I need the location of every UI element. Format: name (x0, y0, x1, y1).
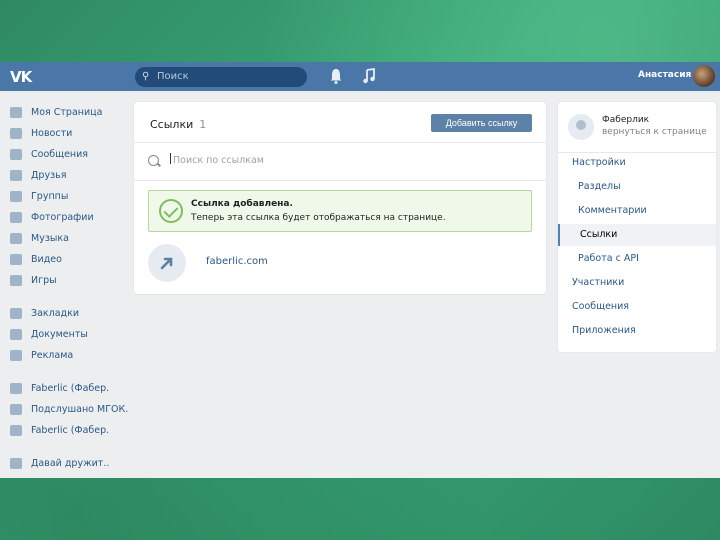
bookmarks-icon (10, 308, 22, 319)
links-count: 1 (199, 118, 207, 131)
back-to-page-link[interactable]: вернуться к странице (602, 127, 707, 137)
video-icon (10, 254, 22, 265)
home-icon (10, 107, 22, 118)
apps-icon (10, 458, 22, 469)
music-icon (10, 233, 22, 244)
nav-separator (0, 441, 130, 453)
links-panel: Ссылки 1 Добавить ссылку Поиск по ссылкам… (134, 102, 546, 294)
sidebar-item[interactable]: Игры (0, 270, 130, 291)
sidebar-item-label: Друзья (31, 170, 67, 181)
sidebar-item-label: Faberlic (Фабер. (31, 425, 110, 436)
sidebar-item-label: Faberlic (Фабер. (31, 383, 110, 394)
link-arrow-icon (148, 244, 186, 282)
groups-icon (10, 191, 22, 202)
links-search-input[interactable]: Поиск по ссылкам (148, 152, 528, 170)
sidebar-item-label: Моя Страница (31, 107, 103, 118)
community-settings-menu: Фаберлик вернуться к странице Настройки Р… (558, 102, 716, 352)
settings-menu-item[interactable]: Комментарии (558, 200, 716, 222)
divider (134, 180, 546, 181)
sidebar-item[interactable]: Моя Страница (0, 102, 130, 123)
sidebar-item[interactable]: Сообщения (0, 144, 130, 165)
sidebar-item-label: Музыка (31, 233, 69, 244)
nav-separator (0, 291, 130, 303)
settings-menu-item[interactable]: Настройки (558, 152, 716, 174)
sidebar-item-label: Фотографии (31, 212, 94, 223)
settings-menu-item[interactable]: Участники (558, 272, 716, 294)
sidebar-item[interactable]: Подслушано МГОК. (0, 399, 130, 420)
nav-separator (0, 366, 130, 378)
photos-icon (10, 212, 22, 223)
search-input[interactable]: ⚲ Поиск (135, 67, 307, 87)
sidebar-item-label: Документы (31, 329, 88, 340)
links-search-placeholder: Поиск по ссылкам (173, 155, 264, 166)
community-icon (10, 404, 22, 415)
sidebar-item[interactable]: Видео (0, 249, 130, 270)
sidebar-item-label: Давай дружит.. (31, 458, 110, 469)
success-notification: Ссылка добавлена. Теперь эта ссылка буде… (148, 190, 532, 232)
add-link-button[interactable]: Добавить ссылку (431, 114, 532, 132)
messages-icon (10, 149, 22, 160)
sidebar-item-label: Группы (31, 191, 69, 202)
text-caret (170, 153, 171, 164)
success-title: Ссылка добавлена. (191, 199, 293, 209)
user-avatar[interactable] (693, 65, 715, 87)
sidebar-item[interactable]: Faberlic (Фабер. (0, 378, 130, 399)
sidebar-item[interactable]: Друзья (0, 165, 130, 186)
sidebar-item[interactable]: Музыка (0, 228, 130, 249)
page-title: Ссылки 1 (150, 118, 206, 131)
community-name[interactable]: Фаберлик (602, 115, 649, 125)
games-icon (10, 275, 22, 286)
sidebar-item-label: Игры (31, 275, 57, 286)
sidebar-item[interactable]: Faberlic (Фабер. (0, 420, 130, 441)
vk-logo[interactable]: VK (10, 68, 32, 86)
music-note-icon[interactable] (362, 68, 376, 84)
top-bar: VK ⚲ Поиск Анастасия (0, 62, 720, 91)
link-item[interactable]: faberlic.com (148, 244, 532, 284)
settings-menu-item[interactable]: Работа с API (558, 248, 716, 270)
settings-menu-item[interactable]: Разделы (558, 176, 716, 198)
sidebar-item[interactable]: Новости (0, 123, 130, 144)
divider (134, 142, 546, 143)
community-avatar[interactable] (568, 114, 594, 140)
sidebar-item[interactable]: Реклама (0, 345, 130, 366)
sidebar-item[interactable]: Закладки (0, 303, 130, 324)
page-title-text: Ссылки (150, 118, 194, 131)
community-icon (10, 425, 22, 436)
community-icon (10, 383, 22, 394)
sidebar-item[interactable]: Давай дружит.. (0, 453, 130, 474)
search-icon: ⚲ (142, 71, 150, 82)
user-name[interactable]: Анастасия (638, 70, 691, 80)
news-icon (10, 128, 22, 139)
search-icon (148, 155, 159, 166)
sidebar-item-label: Видео (31, 254, 62, 265)
ads-icon (10, 350, 22, 361)
bell-icon[interactable] (329, 68, 343, 84)
sidebar-item-label: Подслушано МГОК. (31, 404, 129, 415)
sidebar-item-label: Сообщения (31, 149, 89, 160)
search-placeholder: Поиск (157, 71, 189, 82)
sidebar-item[interactable]: Документы (0, 324, 130, 345)
documents-icon (10, 329, 22, 340)
success-message: Теперь эта ссылка будет отображаться на … (191, 213, 446, 223)
sidebar-item[interactable]: Группы (0, 186, 130, 207)
settings-menu-item[interactable]: Сообщения (558, 296, 716, 318)
vk-window: VK ⚲ Поиск Анастасия Моя Страница Новости… (0, 62, 720, 478)
sidebar-item-label: Реклама (31, 350, 74, 361)
checkmark-icon (159, 199, 183, 223)
sidebar-item-label: Новости (31, 128, 73, 139)
settings-menu-item[interactable]: Приложения (558, 320, 716, 342)
left-sidebar: Моя Страница Новости Сообщения Друзья Группы… (0, 102, 130, 474)
sidebar-item[interactable]: Фотографии (0, 207, 130, 228)
sidebar-item-label: Закладки (31, 308, 80, 319)
friends-icon (10, 170, 22, 181)
link-url[interactable]: faberlic.com (206, 256, 268, 267)
settings-menu-item[interactable]: Ссылки (558, 224, 716, 246)
